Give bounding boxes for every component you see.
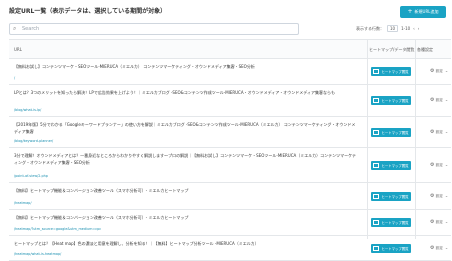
- view-heatmap-button[interactable]: ヒートマップ閲覧: [371, 161, 411, 170]
- chevron-down-icon: ⌄: [444, 97, 449, 102]
- settings-label: 設定: [434, 246, 443, 250]
- chevron-down-icon: ⌄: [444, 129, 449, 134]
- settings-label: 設定: [434, 220, 443, 224]
- page-header: 設定URL一覧（表示データは、選択している期間が対象） + 新規URL追加: [0, 0, 452, 20]
- page-url-link[interactable]: /heatmap/: [14, 201, 31, 205]
- settings-dropdown[interactable]: ⚙ 設定 ⌄: [430, 245, 448, 251]
- settings-label: 設定: [434, 130, 443, 134]
- page-url-link[interactable]: /blog/what-is-lp/: [14, 108, 41, 112]
- rows-per-page-select[interactable]: 10: [387, 25, 399, 32]
- view-heatmap-label: ヒートマップ閲覧: [381, 221, 409, 225]
- page-title: 設定URL一覧（表示データは、選択している期間が対象）: [9, 8, 167, 15]
- settings-dropdown[interactable]: ⚙ 設定 ⌄: [430, 129, 448, 135]
- add-url-button[interactable]: + 新規URL追加: [400, 6, 446, 18]
- page-url-link[interactable]: /point-of-view/2.php: [14, 174, 48, 178]
- search-input[interactable]: ⌕ Search: [9, 23, 299, 35]
- page-title-cell: ヒートマップとは？【Heat map】色の濃淡と用意を理解し、分析を知る！｜【無…: [14, 241, 259, 246]
- column-divider: [367, 39, 368, 239]
- settings-dropdown[interactable]: ⚙ 設定 ⌄: [430, 97, 448, 103]
- next-page-icon[interactable]: ›: [418, 26, 420, 31]
- header-heatmap: ヒートマップ/データ閲覧: [369, 47, 415, 52]
- settings-dropdown[interactable]: ⚙ 設定 ⌄: [430, 162, 448, 168]
- view-heatmap-button[interactable]: ヒートマップ閲覧: [371, 128, 411, 137]
- prev-page-icon[interactable]: ‹: [413, 26, 415, 31]
- table-row: 【無料】ヒートマップ機能＆コンバージョン改善ツール（スマホ分析可）- ミエルカヒ…: [9, 210, 451, 236]
- page-title-cell: 【無料】ヒートマップ機能＆コンバージョン改善ツール（スマホ分析可）- ミエルカヒ…: [14, 188, 189, 193]
- page-title-cell: LPとは？3つのメリットを知ったら解決！LPで広告効果を上げよう！｜ミエルカブロ…: [14, 90, 336, 95]
- monitor-icon: [373, 98, 380, 103]
- monitor-icon: [373, 69, 380, 74]
- view-heatmap-label: ヒートマップ閲覧: [381, 164, 409, 168]
- monitor-icon: [373, 220, 380, 225]
- chevron-down-icon: ⌄: [444, 245, 449, 250]
- table-header: URL ヒートマップ/データ閲覧 各種設定: [9, 39, 451, 59]
- view-heatmap-button[interactable]: ヒートマップ閲覧: [371, 96, 411, 105]
- search-placeholder: Search: [22, 26, 40, 32]
- chevron-down-icon: ⌄: [444, 162, 449, 167]
- view-heatmap-button[interactable]: ヒートマップ閲覧: [371, 218, 411, 227]
- page-title-cell: 【無料】ヒートマップ機能＆コンバージョン改善ツール（スマホ分析可）- ミエルカヒ…: [14, 215, 189, 220]
- settings-label: 設定: [434, 69, 443, 73]
- settings-dropdown[interactable]: ⚙ 設定 ⌄: [430, 68, 448, 74]
- table-body: 【無料お試し】コンテンツマーケ・SEOツール-MIERUCA（ミエルカ） コンテ…: [9, 59, 451, 261]
- pagination: 表示する行数： 10 1-10 ‹ ›: [356, 25, 419, 32]
- search-icon: ⌕: [13, 25, 17, 32]
- table-row: 3分で理解！オウンドメディアとは？一番身近なところからわかりやすく解説します～プ…: [9, 148, 451, 183]
- column-divider: [415, 39, 416, 239]
- view-heatmap-label: ヒートマップ閲覧: [381, 195, 409, 199]
- page-url-link[interactable]: /blog/keyword-planner/: [14, 139, 53, 143]
- page-range: 1-10: [401, 26, 411, 31]
- settings-dropdown[interactable]: ⚙ 設定 ⌄: [430, 193, 448, 199]
- page-title-cell: 【無料お試し】コンテンツマーケ・SEOツール-MIERUCA（ミエルカ） コンテ…: [14, 64, 255, 69]
- page-title-cell: 【2019年版】5分でわかる「Googleキーワードプランナー」の使い方を解説｜…: [14, 122, 356, 134]
- view-heatmap-label: ヒートマップ閲覧: [381, 247, 409, 251]
- monitor-icon: [373, 130, 380, 135]
- rows-per-page-label: 表示する行数：: [356, 25, 384, 31]
- add-url-label: 新規URL追加: [414, 9, 439, 14]
- table-row: LPとは？3つのメリットを知ったら解決！LPで広告効果を上げよう！｜ミエルカブロ…: [9, 85, 451, 117]
- view-heatmap-label: ヒートマップ閲覧: [381, 70, 409, 74]
- view-heatmap-button[interactable]: ヒートマップ閲覧: [371, 67, 411, 76]
- settings-label: 設定: [434, 163, 443, 167]
- view-heatmap-button[interactable]: ヒートマップ閲覧: [371, 244, 411, 253]
- settings-label: 設定: [434, 194, 443, 198]
- header-url: URL: [14, 47, 22, 52]
- url-table: URL ヒートマップ/データ閲覧 各種設定 【無料お試し】コンテンツマーケ・SE…: [9, 39, 451, 261]
- monitor-icon: [373, 163, 380, 168]
- view-heatmap-label: ヒートマップ閲覧: [381, 99, 409, 103]
- view-heatmap-button[interactable]: ヒートマップ閲覧: [371, 192, 411, 201]
- monitor-icon: [373, 194, 380, 199]
- chevron-down-icon: ⌄: [444, 219, 449, 224]
- page-url-link[interactable]: /heatmap/?utm_source=google&utm_medium=c…: [14, 227, 101, 231]
- page-url-link[interactable]: /: [14, 76, 15, 80]
- chevron-down-icon: ⌄: [444, 193, 449, 198]
- plus-icon: +: [407, 8, 413, 15]
- table-row: 【無料】ヒートマップ機能＆コンバージョン改善ツール（スマホ分析可）- ミエルカヒ…: [9, 183, 451, 210]
- page-url-link[interactable]: /heatmap/what-is-heatmap/: [14, 252, 61, 256]
- monitor-icon: [373, 246, 380, 251]
- settings-dropdown[interactable]: ⚙ 設定 ⌄: [430, 219, 448, 225]
- page-title-cell: 3分で理解！オウンドメディアとは？一番身近なところからわかりやすく解説します～プ…: [14, 153, 357, 165]
- chevron-down-icon: ⌄: [444, 68, 449, 73]
- header-settings: 各種設定: [417, 47, 433, 52]
- view-heatmap-label: ヒートマップ閲覧: [381, 131, 409, 135]
- table-row: 【無料お試し】コンテンツマーケ・SEOツール-MIERUCA（ミエルカ） コンテ…: [9, 59, 451, 85]
- settings-label: 設定: [434, 98, 443, 102]
- table-row: 【2019年版】5分でわかる「Googleキーワードプランナー」の使い方を解説｜…: [9, 117, 451, 148]
